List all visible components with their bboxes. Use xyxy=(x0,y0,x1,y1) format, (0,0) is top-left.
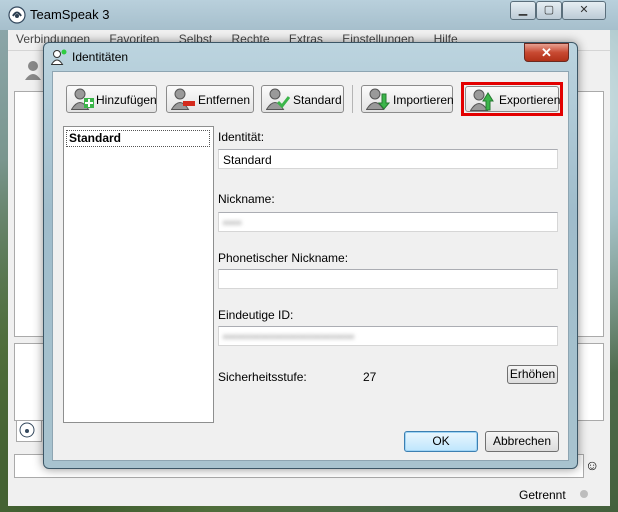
add-user-icon xyxy=(71,88,94,110)
minimize-button[interactable]: ▁ xyxy=(510,1,536,20)
connection-status: Getrennt xyxy=(519,488,566,502)
default-user-check-icon xyxy=(266,88,290,110)
maximize-button[interactable]: ▢ xyxy=(536,1,562,20)
export-user-icon xyxy=(470,89,494,111)
status-indicator-icon xyxy=(580,490,588,498)
identity-name-field[interactable]: Standard xyxy=(218,149,558,169)
phonetic-nickname-label: Phonetischer Nickname: xyxy=(218,251,349,265)
ok-button[interactable]: OK xyxy=(404,431,478,452)
export-label: Exportieren xyxy=(499,93,561,107)
teamspeak-logo-icon xyxy=(8,6,26,24)
security-level-value: 27 xyxy=(363,370,377,384)
set-default-label: Standard xyxy=(293,93,342,107)
server-tab-icon xyxy=(19,422,35,438)
close-window-button[interactable]: ✕ xyxy=(562,1,606,20)
remove-identity-label: Entfernen xyxy=(198,93,251,107)
export-button[interactable]: Exportieren xyxy=(465,86,561,112)
dialog-body: Hinzufügen Entfernen Standard Importiere… xyxy=(52,71,569,461)
raise-security-button[interactable]: Erhöhen xyxy=(507,365,558,384)
unique-id-label: Eindeutige ID: xyxy=(218,308,294,322)
dialog-close-button[interactable]: ✕ xyxy=(524,43,569,62)
add-identity-label: Hinzufügen xyxy=(96,93,157,107)
identities-dialog: Identitäten ✕ Hinzufügen Entfernen Stand… xyxy=(43,42,578,469)
identity-list[interactable]: Standard xyxy=(63,126,214,423)
remove-identity-button[interactable]: Entfernen xyxy=(166,85,254,113)
import-label: Importieren xyxy=(393,93,454,107)
status-bar: Getrennt xyxy=(8,484,610,506)
emoticon-icon[interactable]: ☺ xyxy=(585,457,599,473)
add-identity-button[interactable]: Hinzufügen xyxy=(66,85,157,113)
list-item[interactable]: Standard xyxy=(66,130,210,147)
remove-user-icon xyxy=(171,88,195,110)
unique-id-field[interactable]: •••••••••••••••••••••••••••• xyxy=(218,326,558,346)
security-level-label: Sicherheitsstufe: xyxy=(218,370,307,384)
phonetic-nickname-field[interactable] xyxy=(218,269,558,289)
nickname-label: Nickname: xyxy=(218,192,275,206)
cancel-button[interactable]: Abbrechen xyxy=(485,431,559,452)
import-button[interactable]: Importieren xyxy=(361,85,454,113)
toolbar-separator xyxy=(352,85,353,113)
chat-tab[interactable] xyxy=(16,420,42,442)
dialog-title: Identitäten xyxy=(72,50,129,64)
main-titlebar: TeamSpeak 3 ▁ ▢ ✕ xyxy=(0,0,618,30)
unique-id-value: •••••••••••••••••••••••••••• xyxy=(223,330,355,344)
identity-user-icon xyxy=(51,49,67,65)
nickname-value: •••• xyxy=(223,216,242,230)
main-window-title: TeamSpeak 3 xyxy=(30,7,110,22)
set-default-button[interactable]: Standard xyxy=(261,85,344,113)
nickname-field[interactable]: •••• xyxy=(218,212,558,232)
import-user-icon xyxy=(366,88,390,110)
identity-name-label: Identität: xyxy=(218,130,265,144)
